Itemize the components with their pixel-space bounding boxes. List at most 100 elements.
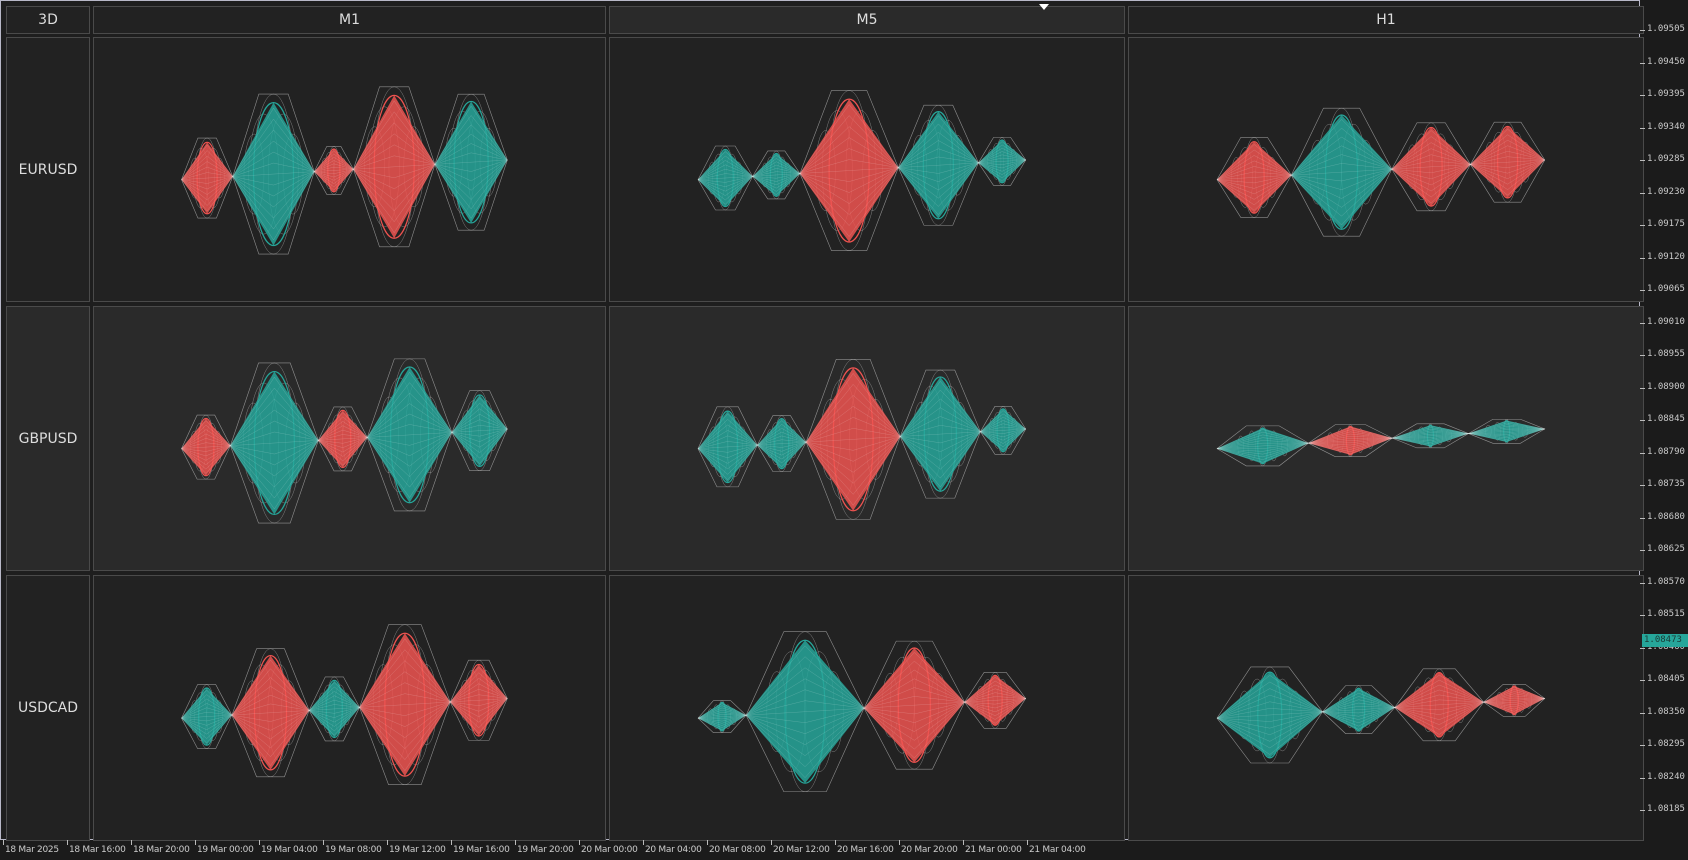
time-tick — [707, 840, 708, 845]
candle-3d-bull — [745, 631, 865, 793]
time-tick — [67, 840, 68, 845]
time-label: 20 Mar 12:00 — [773, 845, 830, 855]
time-axis[interactable]: 18 Mar 2025 18 Mar 16:00 18 Mar 20:00 19 Ma… — [0, 840, 1640, 860]
price-label: 1.08515 — [1647, 609, 1685, 619]
time-label: 18 Mar 2025 — [5, 845, 59, 855]
price-tick — [1640, 777, 1645, 779]
time-label: 21 Mar 04:00 — [1029, 845, 1086, 855]
candle-3d-bull — [697, 406, 758, 488]
row-label-gbpusd[interactable]: GBPUSD — [6, 306, 90, 571]
price-label: 1.09230 — [1647, 186, 1685, 197]
time-label: 21 Mar 00:00 — [965, 845, 1022, 855]
candle-3d-bull — [897, 104, 979, 226]
price-tick — [1640, 712, 1645, 714]
price-tick — [1640, 257, 1645, 259]
candle-3d-bear — [1394, 668, 1485, 742]
chart-3d-eurusd-m1[interactable] — [93, 37, 606, 302]
time-label: 19 Mar 16:00 — [453, 845, 510, 855]
chart-3d-usdcad-m1[interactable] — [93, 575, 606, 841]
time-tick — [387, 840, 388, 845]
time-tick — [1027, 840, 1028, 845]
price-tick — [1640, 745, 1645, 746]
price-label: 1.08735 — [1647, 479, 1685, 489]
time-tick — [515, 840, 516, 845]
scroll-marker-icon[interactable] — [1039, 4, 1049, 10]
candle-3d-bear — [863, 640, 965, 770]
price-label: 1.09450 — [1647, 56, 1685, 67]
price-label: 1.09120 — [1647, 251, 1685, 262]
price-label: 1.08625 — [1647, 544, 1685, 554]
chart-3d-eurusd-h1[interactable] — [1128, 37, 1644, 302]
time-label: 20 Mar 20:00 — [901, 845, 958, 855]
chart-area[interactable]: 3D M1 M5 H1 EURUSD GBPUSD USDCAD — [0, 0, 1644, 841]
candle-3d-bear — [1216, 137, 1292, 218]
price-tick — [1640, 517, 1645, 519]
price-label: 1.08680 — [1647, 511, 1685, 522]
candle-3d-bear — [359, 624, 451, 786]
candle-3d-bull — [978, 137, 1027, 186]
column-header-m1[interactable]: M1 — [93, 6, 606, 34]
row-label-usdcad[interactable]: USDCAD — [6, 575, 90, 841]
price-label: 1.09010 — [1647, 316, 1685, 327]
time-label: 20 Mar 08:00 — [709, 845, 766, 855]
time-label: 19 Mar 04:00 — [261, 845, 318, 855]
price-tick — [1640, 680, 1645, 681]
candle-3d-bear — [181, 414, 231, 480]
time-tick — [195, 840, 196, 845]
candle-3d-bull — [1322, 685, 1396, 734]
column-header-m5[interactable]: M5 — [609, 6, 1125, 34]
column-header-h1[interactable]: H1 — [1128, 6, 1644, 34]
candle-3d-bull — [308, 676, 360, 742]
price-tick — [1640, 647, 1645, 649]
time-label: 19 Mar 08:00 — [325, 845, 382, 855]
time-tick — [835, 840, 836, 845]
price-label: 1.09395 — [1647, 89, 1685, 99]
candle-3d-bull — [980, 406, 1027, 455]
chart-3d-gbpusd-h1[interactable] — [1128, 306, 1644, 571]
candle-3d-bull — [1290, 107, 1393, 237]
price-label: 1.08350 — [1647, 706, 1685, 717]
chart-3d-gbpusd-m5[interactable] — [609, 306, 1125, 571]
candle-3d-bull — [366, 358, 453, 512]
chart-3d-gbpusd-m1[interactable] — [93, 306, 606, 571]
chart-3d-usdcad-m5[interactable] — [609, 575, 1125, 841]
candle-3d-bear — [1391, 122, 1471, 212]
chart-3d-usdcad-h1[interactable] — [1128, 575, 1644, 841]
candle-3d-bull — [1467, 418, 1546, 444]
time-tick — [643, 840, 644, 845]
candle-3d-bear — [181, 137, 234, 219]
time-tick — [899, 840, 900, 845]
time-label: 20 Mar 04:00 — [645, 845, 702, 855]
price-tick — [1640, 30, 1645, 31]
price-tick — [1640, 225, 1645, 226]
price-label: 1.08240 — [1647, 771, 1685, 782]
price-label: 1.09175 — [1647, 219, 1685, 229]
price-label: 1.09285 — [1647, 154, 1685, 164]
price-tick — [1640, 62, 1645, 64]
candle-3d-bear — [964, 672, 1027, 729]
price-label: 1.08900 — [1647, 381, 1685, 392]
corner-label: 3D — [6, 6, 90, 34]
time-label: 19 Mar 00:00 — [197, 845, 254, 855]
time-label: 18 Mar 16:00 — [69, 845, 126, 855]
candle-3d-bear — [231, 648, 310, 778]
candle-3d-bear — [1470, 121, 1546, 203]
price-tick — [1640, 485, 1645, 486]
candle-3d-bear — [318, 406, 368, 472]
candle-3d-bull — [1216, 425, 1309, 467]
candle-3d-bear — [805, 359, 901, 520]
price-axis[interactable]: 1.09505 1.09450 1.09395 1.09340 1.09285 1.092… — [1640, 0, 1688, 840]
time-label: 19 Mar 20:00 — [517, 845, 574, 855]
chart-3d-eurusd-m5[interactable] — [609, 37, 1125, 302]
price-tick — [1640, 452, 1645, 454]
candle-3d-bull — [697, 700, 747, 734]
time-tick — [131, 840, 132, 845]
price-label: 1.08955 — [1647, 349, 1685, 359]
time-label: 19 Mar 12:00 — [389, 845, 446, 855]
candle-3d-bull — [232, 93, 315, 255]
row-label-eurusd[interactable]: EURUSD — [6, 37, 90, 302]
candle-3d-bull — [697, 145, 753, 211]
candle-3d-bull — [752, 150, 801, 200]
price-tick — [1640, 160, 1645, 161]
price-label: 1.08570 — [1647, 576, 1685, 587]
